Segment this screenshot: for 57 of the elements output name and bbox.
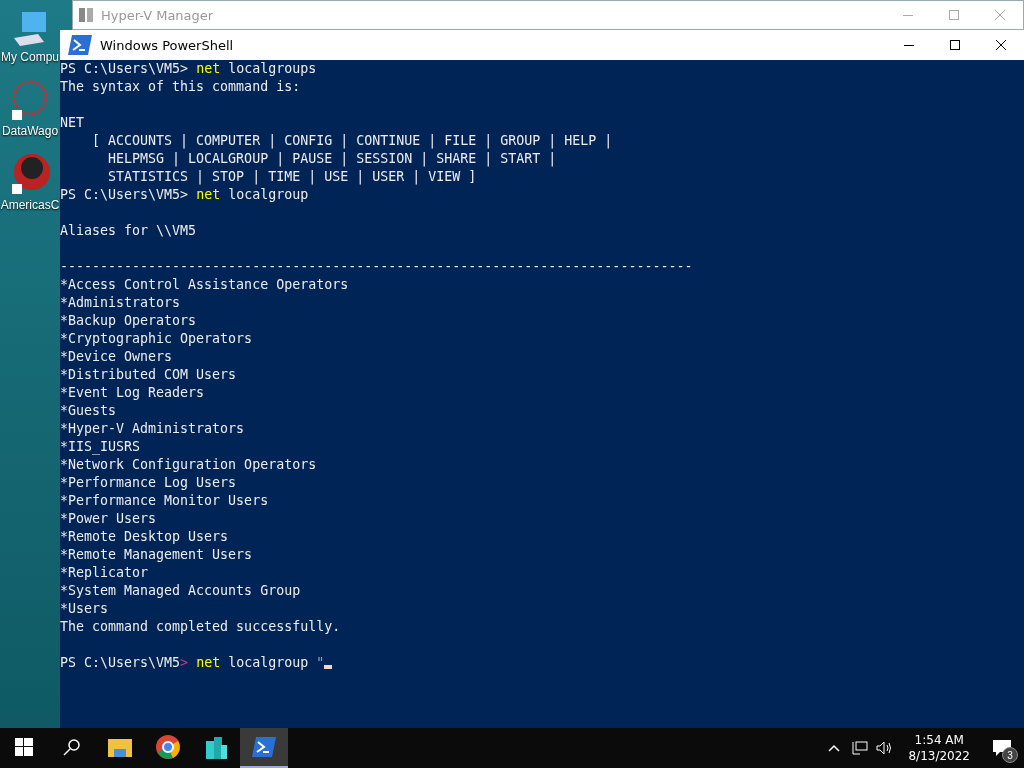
clock[interactable]: 1:54 AM 8/13/2022 [898,732,980,764]
command-line: PS C:\Users\VM5> net localgroups [60,61,317,76]
console-output: *Hyper-V Administrators [60,421,245,436]
notifications-button[interactable]: 3 [980,728,1024,768]
console-output: *Access Control Assistance Operators [60,277,349,292]
console-output: *IIS_IUSRS [60,439,141,454]
server-icon [79,8,95,22]
command-line: PS C:\Users\VM5> net localgroup " [60,655,325,670]
console-output: *Remote Desktop Users [60,529,229,544]
console-output: STATISTICS | STOP | TIME | USE | USER | VIEW ] [107,169,477,184]
console-output: *Network Configuration Operators [60,457,317,472]
chevron-up-icon[interactable] [828,744,841,752]
console-output: NET [60,115,85,130]
console-output: *Remote Management Users [60,547,253,562]
windows-logo-icon [15,738,33,756]
desktop-icon-label[interactable]: My Compu [1,50,59,64]
console-output: *Performance Monitor Users [60,493,269,508]
minimize-icon [904,44,914,46]
notification-count: 3 [1002,747,1018,763]
maximize-icon [950,40,960,50]
console-output: *Users [60,601,109,616]
console-output: ------------------------------------------------------------------------------- [60,259,693,274]
console-output: *System Managed Accounts Group [60,583,301,598]
console-output: *Distributed COM Users [60,367,237,382]
powershell-icon [252,737,276,757]
search-icon [63,738,81,756]
console-output: HELPMSG | LOCALGROUP | PAUSE | SESSION | SHARE | START | [107,151,557,166]
console-output: *Administrators [60,295,181,310]
console-output: *Event Log Readers [60,385,205,400]
console-output: The syntax of this command is: [60,79,301,94]
console-output: *Replicator [60,565,149,580]
chrome-icon [156,735,180,759]
console-output: *Power Users [60,511,157,526]
folder-icon [108,737,132,757]
close-icon [995,10,1005,20]
network-icon[interactable] [852,741,869,755]
console-output: *Performance Log Users [60,475,237,490]
desktop-icon-label[interactable]: DataWago [1,124,59,138]
console-output: *Backup Operators [60,313,197,328]
console-output: *Cryptographic Operators [60,331,253,346]
taskbar-app-button[interactable] [240,728,288,768]
buildings-icon [204,735,228,759]
window-title: Hyper-V Manager [101,7,214,23]
console-output: Aliases for \\VM5 [60,223,197,238]
clock-time: 1:54 AM [914,732,964,748]
console-output: *Guests [60,403,117,418]
window-title: Windows PowerShell [100,37,234,53]
console-output: *Device Owners [60,349,173,364]
console-output: The command completed successfully. [60,619,341,634]
clock-date: 8/13/2022 [908,748,970,764]
maximize-icon [949,10,959,20]
minimize-icon [903,14,913,16]
powershell-icon [68,35,92,55]
close-icon [996,40,1006,50]
command-line: PS C:\Users\VM5> net localgroup [60,187,309,202]
desktop-icon-label[interactable]: AmericasC [0,198,60,212]
console-output: [ ACCOUNTS | COMPUTER | CONFIG | CONTINUE | FILE | GROUP | HELP | [91,133,613,148]
